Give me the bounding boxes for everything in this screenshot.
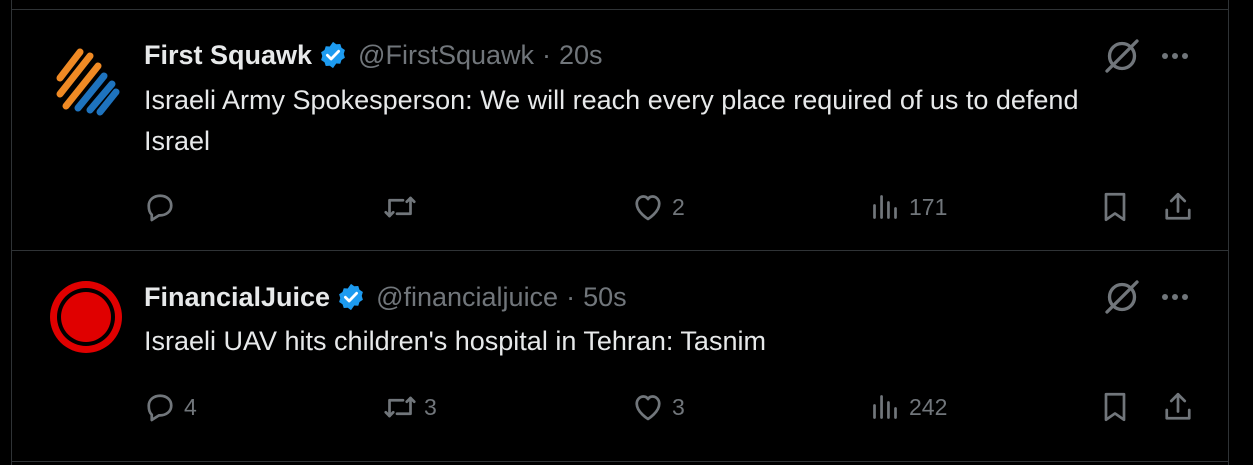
more-icon[interactable] <box>1155 277 1195 317</box>
view-count: 171 <box>909 193 948 220</box>
tweet-header: FinancialJuice @financialjuice · 50s <box>144 280 1228 314</box>
tweet-header: First Squawk @FirstSquawk · 20s <box>144 38 1228 72</box>
share-icon <box>1165 192 1191 220</box>
tweet-financialjuice[interactable]: FinancialJuice @financialjuice · 50s Isr… <box>12 251 1228 461</box>
share-button[interactable] <box>1160 187 1196 227</box>
more-icon[interactable] <box>1155 36 1195 76</box>
reply-count: 4 <box>184 393 197 420</box>
separator-dot: · <box>566 281 576 312</box>
retweet-button[interactable] <box>382 187 424 227</box>
retweet-count: 3 <box>424 393 437 420</box>
like-button[interactable]: 2 <box>630 187 685 227</box>
financialjuice-avatar[interactable] <box>46 277 126 357</box>
retweet-button[interactable]: 3 <box>382 387 437 427</box>
reply-button[interactable] <box>142 187 184 227</box>
retweet-icon <box>384 196 416 218</box>
bookmark-button[interactable] <box>1097 387 1133 427</box>
tweet-actions: 2 171 <box>12 187 1228 227</box>
like-count: 3 <box>672 393 685 420</box>
grok-icon[interactable] <box>1102 36 1142 76</box>
view-count: 242 <box>909 393 948 420</box>
share-button[interactable] <box>1160 387 1196 427</box>
separator-dot: · <box>542 39 551 70</box>
bookmark-button[interactable] <box>1097 187 1133 227</box>
views-icon <box>873 195 897 219</box>
reply-button[interactable]: 4 <box>142 387 197 427</box>
like-icon <box>635 395 661 421</box>
like-button[interactable]: 3 <box>630 387 685 427</box>
verified-badge-icon <box>321 41 345 69</box>
tweet-first-squawk[interactable]: First Squawk @FirstSquawk · 20s Israeli … <box>12 10 1228 250</box>
author-handle[interactable]: @financialjuice <box>376 282 558 313</box>
share-icon <box>1165 392 1191 420</box>
grok-icon[interactable] <box>1102 277 1142 317</box>
author-name[interactable]: FinancialJuice <box>144 282 330 313</box>
verified-badge-icon <box>339 283 363 311</box>
bookmark-icon <box>1104 392 1126 422</box>
views-icon <box>873 395 897 419</box>
retweet-icon <box>384 396 416 418</box>
like-icon <box>635 195 661 221</box>
tweet-text: Israeli UAV hits children's hospital in … <box>144 326 766 356</box>
timeline-feed: First Squawk @FirstSquawk · 20s Israeli … <box>11 0 1229 465</box>
views-button[interactable]: 171 <box>867 187 947 227</box>
views-button[interactable]: 242 <box>867 387 947 427</box>
author-handle[interactable]: @FirstSquawk <box>358 40 534 71</box>
timestamp[interactable]: 50s <box>583 282 627 313</box>
author-name[interactable]: First Squawk <box>144 40 312 71</box>
reply-icon <box>147 194 173 222</box>
timestamp[interactable]: 20s <box>559 40 603 71</box>
like-count: 2 <box>672 193 685 220</box>
tweet-actions: 4 3 3 242 <box>12 387 1228 427</box>
first-squawk-avatar[interactable] <box>46 40 126 120</box>
divider <box>12 461 1228 462</box>
bookmark-icon <box>1104 192 1126 222</box>
reply-icon <box>147 394 173 422</box>
tweet-text: Israeli Army Spokesperson: We will reach… <box>144 85 1079 156</box>
